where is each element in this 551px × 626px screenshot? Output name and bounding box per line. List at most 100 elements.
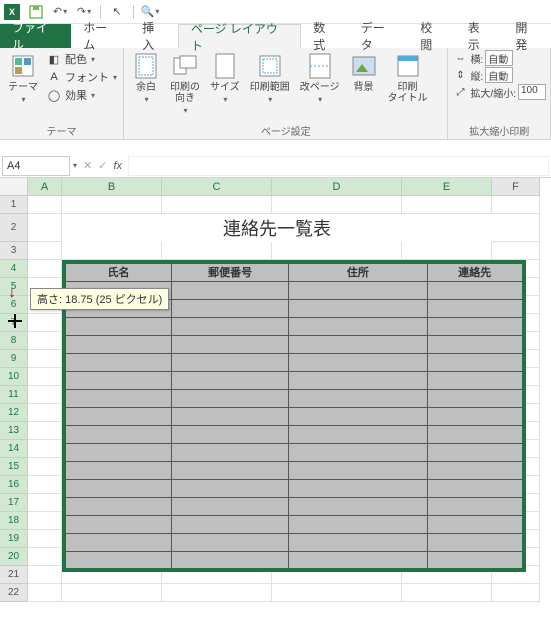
table-cell[interactable]	[427, 551, 523, 569]
effects-button[interactable]: ◯効果▾	[44, 86, 119, 104]
table-cell[interactable]	[289, 533, 427, 551]
breaks-button[interactable]: 改ページ▾	[296, 50, 344, 106]
table-cell[interactable]	[289, 479, 427, 497]
row-header-10[interactable]: 10	[0, 368, 28, 386]
table-cell[interactable]	[65, 317, 172, 335]
save-icon[interactable]	[28, 4, 44, 20]
table-cell[interactable]	[172, 551, 289, 569]
orientation-button[interactable]: 印刷の 向き▾	[166, 50, 204, 117]
table-cell[interactable]	[172, 353, 289, 371]
table-cell[interactable]	[65, 371, 172, 389]
table-cell[interactable]	[172, 443, 289, 461]
table-cell[interactable]	[427, 443, 523, 461]
width-input[interactable]: 自動	[485, 50, 513, 66]
table-cell[interactable]	[427, 533, 523, 551]
table-cell[interactable]	[65, 389, 172, 407]
fx-icon[interactable]: fx	[113, 160, 122, 172]
table-cell[interactable]	[289, 461, 427, 479]
tab-data[interactable]: データ	[349, 24, 408, 48]
table-cell[interactable]	[172, 497, 289, 515]
row-header-21[interactable]: 21	[0, 566, 28, 584]
row-header-12[interactable]: 12	[0, 404, 28, 422]
table-cell[interactable]	[172, 335, 289, 353]
row-header-8[interactable]: 8	[0, 332, 28, 350]
table-cell[interactable]	[65, 551, 172, 569]
table-cell[interactable]	[65, 425, 172, 443]
row-header-20[interactable]: 20	[0, 548, 28, 566]
table-cell[interactable]	[427, 425, 523, 443]
cancel-icon[interactable]: ✕	[83, 159, 92, 172]
table-cell[interactable]	[427, 497, 523, 515]
name-box[interactable]: A4	[2, 156, 70, 176]
table-cell[interactable]	[172, 515, 289, 533]
table-cell[interactable]	[65, 335, 172, 353]
row-header-9[interactable]: 9	[0, 350, 28, 368]
table-cell[interactable]	[172, 371, 289, 389]
col-header-B[interactable]: B	[62, 178, 162, 196]
height-input[interactable]: 自動	[485, 67, 513, 83]
row-header-15[interactable]: 15	[0, 458, 28, 476]
table-cell[interactable]	[427, 299, 523, 317]
table-cell[interactable]	[289, 281, 427, 299]
table-cell[interactable]	[172, 533, 289, 551]
table-cell[interactable]	[172, 389, 289, 407]
tab-page-layout[interactable]: ページ レイアウト	[178, 24, 301, 48]
table-cell[interactable]	[65, 407, 172, 425]
table-cell[interactable]	[289, 335, 427, 353]
row-header-16[interactable]: 16	[0, 476, 28, 494]
table-cell[interactable]	[289, 353, 427, 371]
table-cell[interactable]	[427, 407, 523, 425]
table-cell[interactable]	[65, 479, 172, 497]
col-header-C[interactable]: C	[162, 178, 272, 196]
table-cell[interactable]	[65, 353, 172, 371]
background-button[interactable]: 背景	[346, 50, 382, 95]
row-header-17[interactable]: 17	[0, 494, 28, 512]
row-header-3[interactable]: 3	[0, 242, 28, 260]
table-cell[interactable]	[65, 533, 172, 551]
row-header-22[interactable]: 22	[0, 584, 28, 602]
table-cell[interactable]	[427, 461, 523, 479]
table-cell[interactable]	[289, 389, 427, 407]
table-cell[interactable]	[289, 515, 427, 533]
col-header-D[interactable]: D	[272, 178, 402, 196]
table-cell[interactable]	[289, 443, 427, 461]
redo-icon[interactable]: ↷▾	[76, 4, 92, 20]
row-header-18[interactable]: 18	[0, 512, 28, 530]
table-cell[interactable]	[172, 407, 289, 425]
table-cell[interactable]	[289, 407, 427, 425]
table-cell[interactable]	[427, 479, 523, 497]
cursor-icon[interactable]: ↖	[109, 4, 125, 20]
table-cell[interactable]	[65, 461, 172, 479]
size-button[interactable]: サイズ▾	[206, 50, 244, 106]
col-header-F[interactable]: F	[492, 178, 540, 196]
tab-view[interactable]: 表示	[456, 24, 504, 48]
table-cell[interactable]	[427, 389, 523, 407]
tab-review[interactable]: 校閲	[408, 24, 456, 48]
fonts-button[interactable]: Aフォント▾	[44, 68, 119, 86]
row-header-13[interactable]: 13	[0, 422, 28, 440]
row-header-19[interactable]: 19	[0, 530, 28, 548]
col-header-A[interactable]: A	[28, 178, 62, 196]
table-cell[interactable]	[172, 299, 289, 317]
table-cell[interactable]	[427, 335, 523, 353]
row-header-2[interactable]: 2	[0, 214, 28, 242]
table-cell[interactable]	[289, 425, 427, 443]
select-all-corner[interactable]	[0, 178, 28, 196]
row-header-11[interactable]: 11	[0, 386, 28, 404]
margins-button[interactable]: 余白▾	[128, 50, 164, 106]
undo-icon[interactable]: ↶▾	[52, 4, 68, 20]
table-cell[interactable]	[65, 515, 172, 533]
table-cell[interactable]	[427, 371, 523, 389]
tab-formulas[interactable]: 数式	[301, 24, 349, 48]
colors-button[interactable]: ◧配色▾	[44, 50, 119, 68]
table-cell[interactable]	[172, 425, 289, 443]
table-cell[interactable]	[427, 515, 523, 533]
tab-file[interactable]: ファイル	[0, 24, 71, 48]
table-cell[interactable]	[172, 317, 289, 335]
table-cell[interactable]	[65, 497, 172, 515]
row-header-14[interactable]: 14	[0, 440, 28, 458]
print-titles-button[interactable]: 印刷 タイトル	[384, 50, 432, 106]
table-cell[interactable]	[172, 479, 289, 497]
enter-icon[interactable]: ✓	[98, 159, 107, 172]
scale-input[interactable]: 100	[518, 84, 546, 100]
